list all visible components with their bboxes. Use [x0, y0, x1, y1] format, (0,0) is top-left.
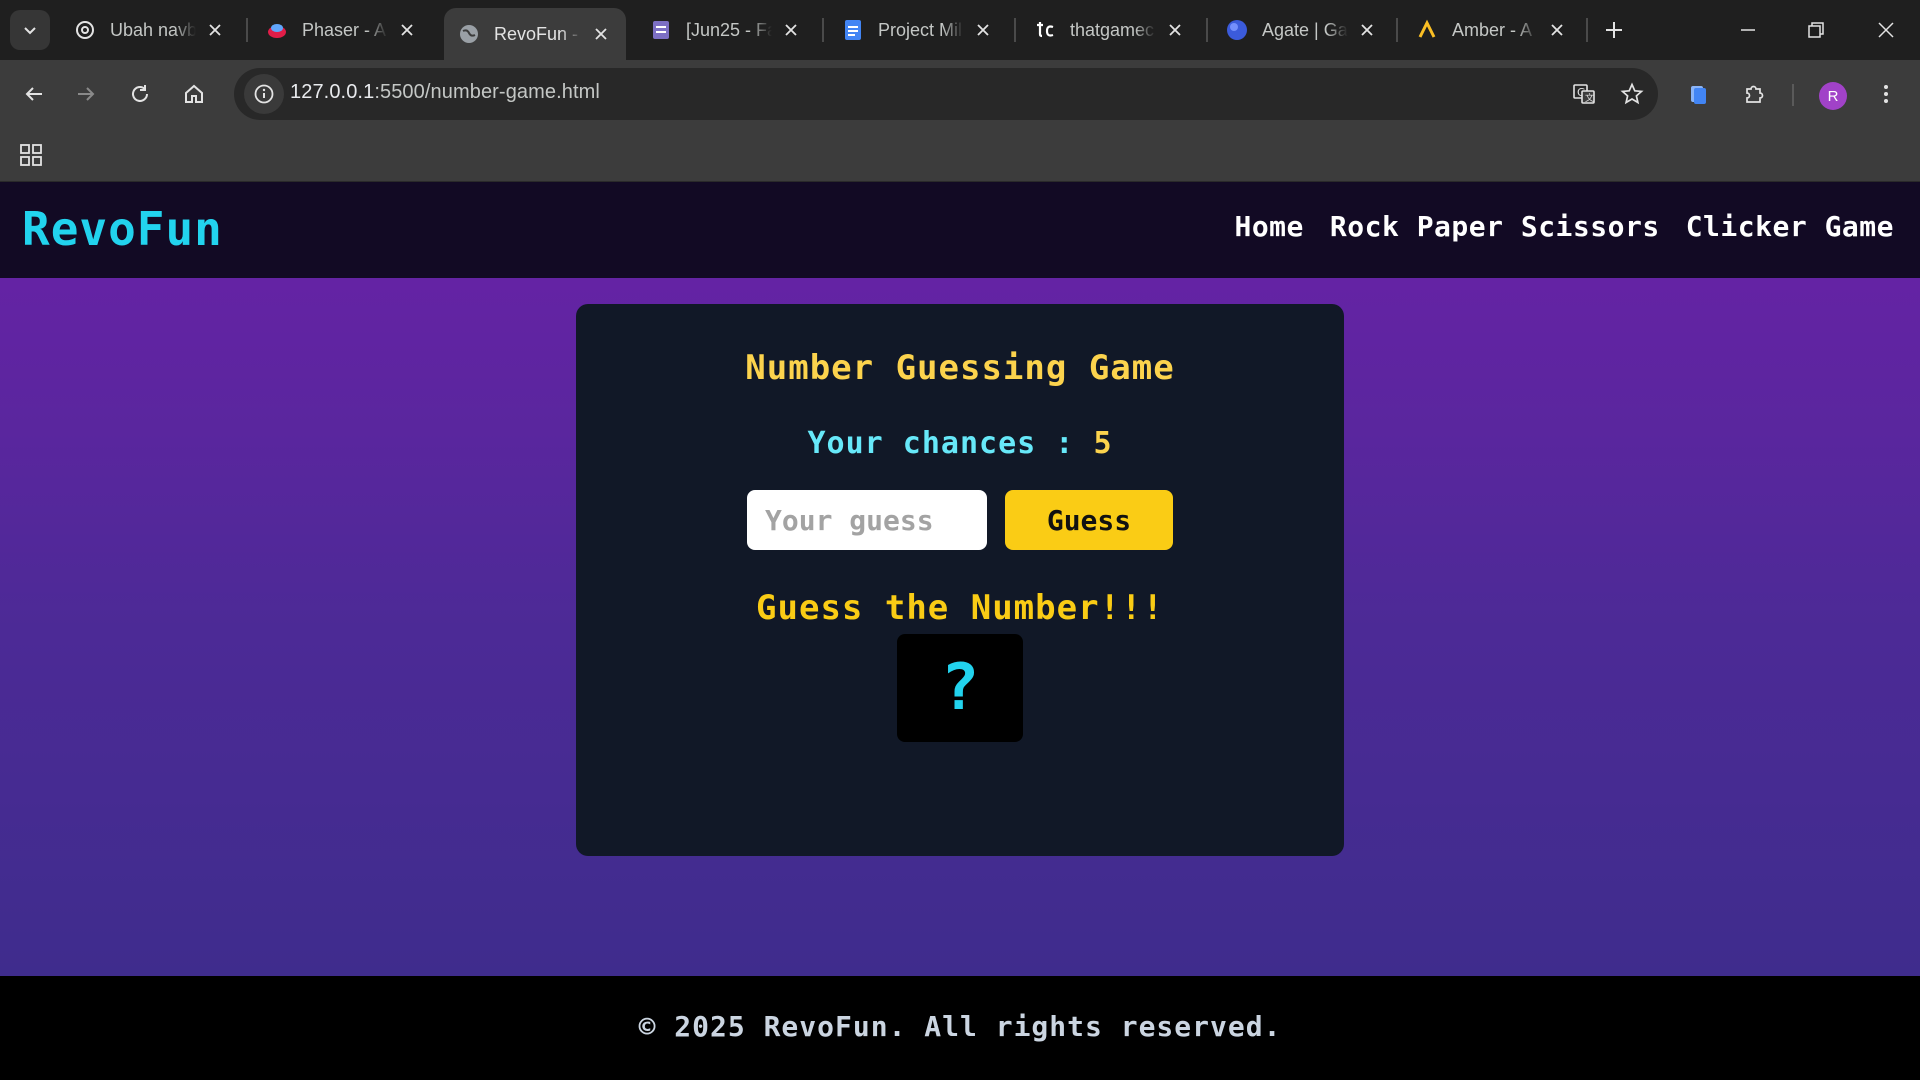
- tc-icon: [1034, 19, 1056, 41]
- openai-icon: [74, 19, 96, 41]
- translate-icon: G文: [1573, 84, 1595, 104]
- copyright-text: © 2025 RevoFun. All rights reserved.: [638, 1010, 1282, 1043]
- tab-title: RevoFun -: [494, 23, 579, 44]
- nav-link-clicker-game[interactable]: Clicker Game: [1686, 210, 1894, 243]
- mystery-number-box: ?: [897, 634, 1023, 742]
- star-icon: [1620, 82, 1644, 105]
- home-button[interactable]: [174, 74, 214, 114]
- guess-button[interactable]: Guess: [1005, 490, 1173, 550]
- tab-divider: [1206, 18, 1208, 42]
- browser-toolbar: 127.0.0.1:5500/number-game.html G文 R: [0, 60, 1920, 128]
- tab-3[interactable]: [Jun25 - Fa: [636, 8, 816, 52]
- tab-5[interactable]: thatgamec: [1020, 8, 1200, 52]
- close-icon[interactable]: [780, 19, 802, 41]
- agate-icon: [1226, 19, 1248, 41]
- tab-7[interactable]: Amber - A: [1402, 8, 1582, 52]
- tab-divider: [1396, 18, 1398, 42]
- close-icon[interactable]: [1546, 19, 1568, 41]
- docs-icon: [842, 19, 864, 41]
- puzzle-icon: [1746, 85, 1764, 103]
- chances-count: 5: [1093, 426, 1113, 461]
- apps-button[interactable]: [14, 138, 48, 172]
- tab-title: Phaser - A: [302, 19, 387, 40]
- close-icon: [1878, 22, 1894, 38]
- mystery-number: ?: [940, 651, 980, 725]
- tab-title: Ubah navbar: [110, 19, 196, 40]
- address-bar[interactable]: 127.0.0.1:5500/number-game.html G文: [234, 68, 1658, 120]
- chances-label: Your chances :: [807, 426, 1094, 461]
- tab-divider: [822, 18, 824, 42]
- page-viewport: RevoFun Home Rock Paper Scissors Clicker…: [0, 182, 1920, 1080]
- arrow-left-icon: [25, 87, 42, 101]
- tab-divider: [1586, 18, 1588, 42]
- browser-menu-button[interactable]: [1866, 74, 1906, 114]
- close-icon[interactable]: [972, 19, 994, 41]
- tab-divider: [1014, 18, 1016, 42]
- tab-title: Project Mil: [878, 19, 963, 40]
- globe-icon: [458, 23, 480, 45]
- minimize-button[interactable]: [1728, 10, 1768, 50]
- phaser-icon: [266, 19, 288, 41]
- site-logo[interactable]: RevoFun: [22, 202, 223, 256]
- nav-link-rock-paper-scissors[interactable]: Rock Paper Scissors: [1330, 210, 1660, 243]
- site-nav: Home Rock Paper Scissors Clicker Game: [1234, 210, 1894, 243]
- tab-divider: [246, 18, 248, 42]
- game-message: Guess the Number!!!: [756, 588, 1164, 628]
- forms-icon: [650, 19, 672, 41]
- toolbar-divider: [1792, 84, 1794, 106]
- tab-title: Amber - A: [1452, 19, 1533, 40]
- site-info-button[interactable]: [244, 74, 284, 114]
- clipboard-icon: [1691, 86, 1706, 104]
- forward-button[interactable]: [66, 74, 106, 114]
- bookmarks-bar: [0, 128, 1920, 182]
- profile-avatar[interactable]: R: [1819, 82, 1847, 110]
- game-card: Number Guessing Game Your chances : 5 Gu…: [576, 304, 1344, 856]
- tab-4[interactable]: Project Mil: [828, 8, 1008, 52]
- url-host: 127.0.0.1: [290, 81, 375, 103]
- chances-display: Your chances : 5: [576, 426, 1344, 461]
- tab-search-button[interactable]: [10, 10, 50, 50]
- close-icon[interactable]: [1164, 19, 1186, 41]
- tab-title: thatgamec: [1070, 19, 1155, 40]
- svg-text:文: 文: [1585, 92, 1594, 104]
- translate-button[interactable]: G文: [1564, 74, 1604, 114]
- restore-button[interactable]: [1796, 10, 1836, 50]
- bookmark-star-button[interactable]: [1612, 74, 1652, 114]
- tab-strip: Ubah navbar Phaser - A RevoFun - [Jun25 …: [0, 0, 1920, 60]
- back-button[interactable]: [14, 74, 54, 114]
- info-icon: [254, 84, 274, 104]
- tab-0[interactable]: Ubah navbar: [60, 8, 240, 52]
- url-path: :5500/number-game.html: [374, 81, 600, 103]
- tab-1[interactable]: Phaser - A: [252, 8, 432, 52]
- home-icon: [185, 84, 203, 103]
- side-panel-button[interactable]: [1678, 74, 1718, 114]
- tab-title: [Jun25 - Fa: [686, 19, 772, 40]
- close-window-button[interactable]: [1866, 10, 1906, 50]
- new-tab-button[interactable]: [1598, 14, 1630, 46]
- arrow-right-icon: [78, 87, 95, 101]
- site-footer: © 2025 RevoFun. All rights reserved.: [0, 976, 1920, 1080]
- tab-title: Agate | Ga: [1262, 19, 1348, 40]
- apps-grid-icon: [20, 144, 42, 166]
- plus-icon: [1606, 22, 1622, 38]
- close-icon[interactable]: [1356, 19, 1378, 41]
- kebab-menu-icon: [1884, 85, 1888, 103]
- restore-icon: [1808, 22, 1824, 38]
- close-icon[interactable]: [204, 19, 226, 41]
- game-title: Number Guessing Game: [745, 348, 1175, 388]
- close-icon[interactable]: [396, 19, 418, 41]
- reload-icon: [132, 85, 148, 102]
- tab-2-active[interactable]: RevoFun -: [444, 8, 626, 60]
- chevron-down-icon: [24, 27, 36, 35]
- url-text[interactable]: 127.0.0.1:5500/number-game.html: [290, 81, 600, 104]
- site-header: RevoFun Home Rock Paper Scissors Clicker…: [0, 182, 1920, 278]
- minimize-icon: [1741, 29, 1755, 31]
- tab-6[interactable]: Agate | Ga: [1212, 8, 1392, 52]
- reload-button[interactable]: [120, 74, 160, 114]
- close-icon[interactable]: [590, 23, 612, 45]
- nav-link-home[interactable]: Home: [1234, 210, 1303, 243]
- guess-input[interactable]: [747, 490, 987, 550]
- extensions-button[interactable]: [1734, 74, 1774, 114]
- amber-icon: [1416, 19, 1438, 41]
